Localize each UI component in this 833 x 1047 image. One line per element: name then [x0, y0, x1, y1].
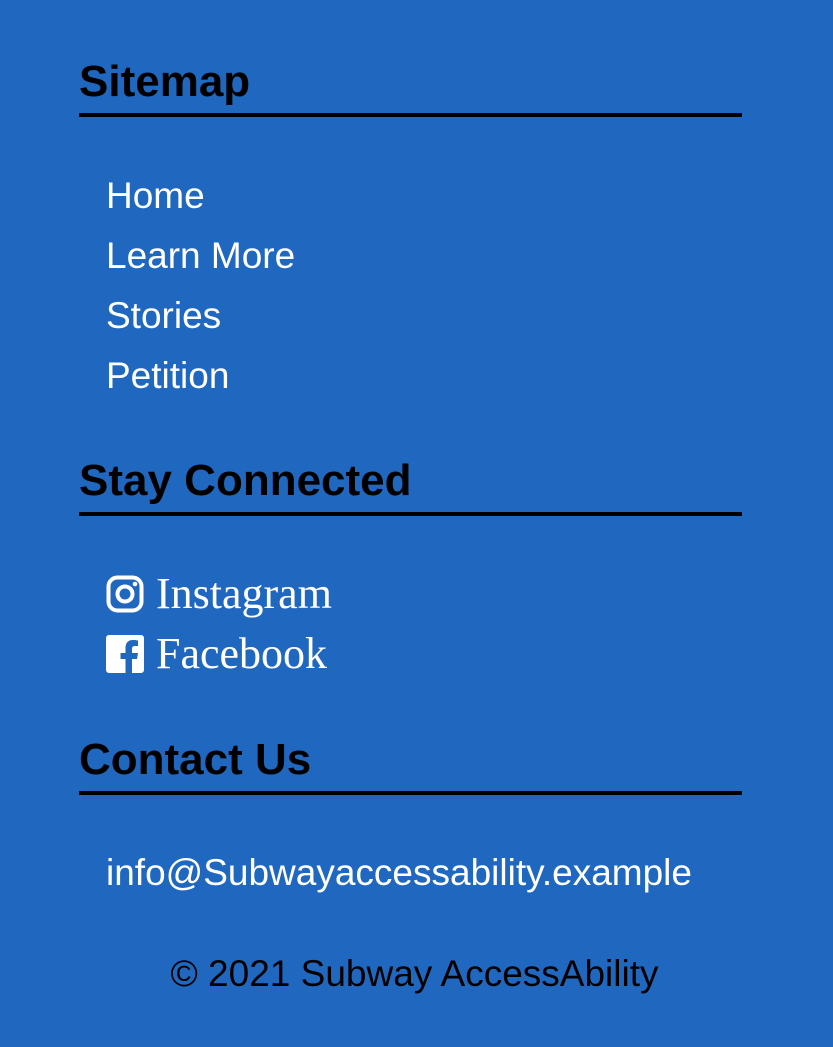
social-heading: Stay Connected — [79, 457, 742, 516]
sitemap-list: Home Learn More Stories Petition — [106, 166, 295, 406]
instagram-icon[interactable] — [106, 575, 144, 613]
facebook-link[interactable]: Facebook — [156, 624, 327, 684]
list-item: Learn More — [106, 226, 295, 286]
instagram-link[interactable]: Instagram — [156, 564, 332, 624]
sitemap-section: Sitemap Home Learn More Stories Petition — [79, 58, 742, 396]
contact-body: info@Subwayaccessability.example — [106, 843, 692, 911]
contact-heading: Contact Us — [79, 736, 742, 795]
list-item: Instagram — [106, 564, 332, 624]
social-section: Stay Connected Instagram Facebook — [79, 457, 742, 678]
list-item: Stories — [106, 286, 295, 346]
copyright-text: © 2021 Subway AccessAbility — [170, 953, 659, 994]
list-item: Petition — [106, 346, 295, 406]
nav-link-home[interactable]: Home — [106, 175, 205, 216]
nav-link-petition[interactable]: Petition — [106, 355, 229, 396]
list-item: Facebook — [106, 624, 332, 684]
email-link[interactable]: info@Subwayaccessability.example — [106, 852, 692, 893]
nav-link-learn-more[interactable]: Learn More — [106, 235, 295, 276]
nav-link-stories[interactable]: Stories — [106, 295, 221, 336]
contact-section: Contact Us info@Subwayaccessability.exam… — [79, 736, 742, 893]
sitemap-heading: Sitemap — [79, 58, 742, 117]
social-list: Instagram Facebook — [106, 564, 332, 684]
facebook-icon[interactable] — [106, 635, 144, 673]
list-item: Home — [106, 166, 295, 226]
